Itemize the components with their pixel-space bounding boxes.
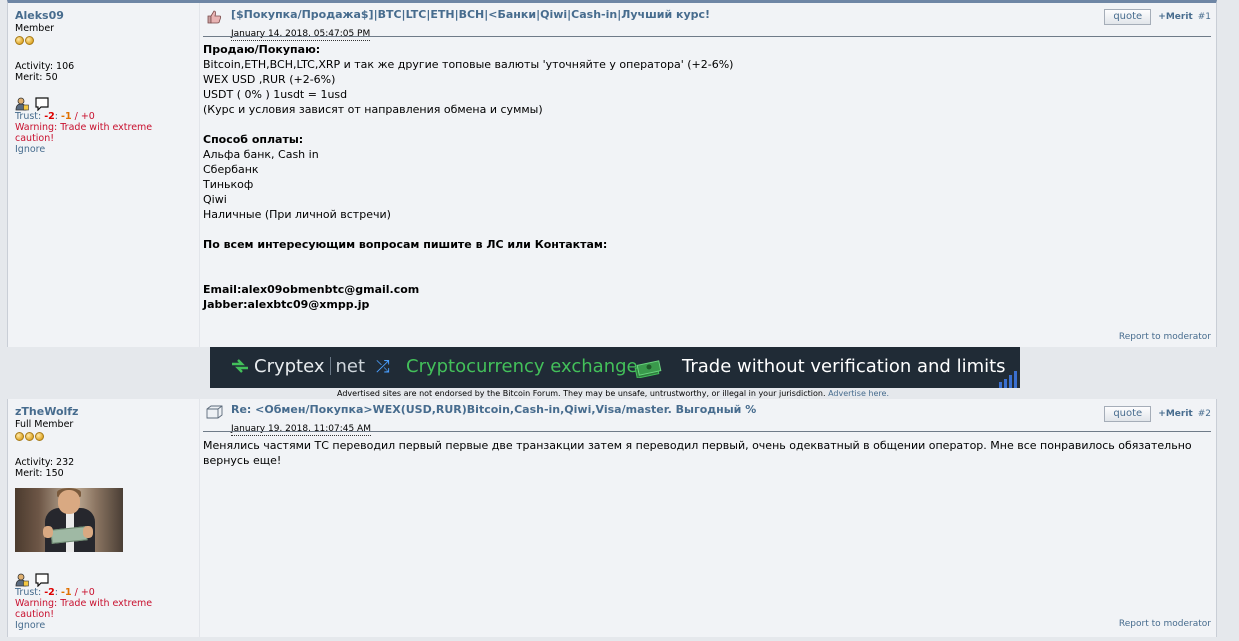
trust-score[interactable]: Trust: -2: -1 / +0 [15,587,190,598]
subject-divider [203,36,1211,37]
poster-info: Aleks09 Member Activity: 106 Merit: 50 T… [15,9,190,155]
poster-info: zTheWolfz Full Member Activity: 232 Meri… [15,405,190,631]
ad-slogan: Trade without verification and limits [682,356,1006,377]
post-2: zTheWolfz Full Member Activity: 232 Meri… [0,399,1239,641]
subject-link[interactable]: Re: <Обмен/Покупка>WEX(USD,RUR)Bitcoin,C… [231,403,756,416]
user-rank: Full Member [15,419,74,430]
post-tools: quote +Merit #1 [1104,9,1211,25]
body-line: Qiwi [203,193,227,206]
thumbs-up-icon [207,10,222,24]
body-line: Наличные (При личной встречи) [203,208,391,221]
subject-divider [203,431,1211,432]
profile-icons [15,573,190,587]
activity-stats: Activity: 232 Merit: 150 [15,457,190,479]
coin-icon [35,432,44,441]
ad-banner[interactable]: Cryptex net ⤮ Cryptocurrency exchange Tra… [210,347,1020,388]
signal-bars-icon [999,371,1017,388]
profile-icons [15,97,190,111]
ad-tagline: Cryptocurrency exchange [406,356,638,377]
right-gutter [1217,0,1239,347]
activity-count: Activity: 232 [15,457,75,468]
profile-icon[interactable] [15,573,29,587]
ignore-link[interactable]: Ignore [15,620,190,631]
coin-icon [25,36,34,45]
report-link[interactable]: Report to moderator [1119,332,1211,342]
message-icon[interactable] [35,573,49,587]
avatar [15,488,123,552]
body-line: Сбербанк [203,163,259,176]
activity-stats: Activity: 106 Merit: 50 [15,61,190,83]
advertise-link[interactable]: Advertise here. [828,389,889,398]
quote-button[interactable]: quote [1104,9,1152,25]
post-date: January 19, 2018, 11:07:45 AM [231,424,371,436]
post-content: [$Покупка/Продажа$]|BTC|LTC|ETH|BCH|<Бан… [203,8,1211,343]
exchange-arrows-icon: ⤮ [376,357,390,377]
body-line: Альфа банк, Cash in [203,148,319,161]
subject-link[interactable]: [$Покупка/Продажа$]|BTC|LTC|ETH|BCH|<Бан… [231,8,710,21]
rank-coins [15,432,190,441]
trust-warning: Warning: Trade with extreme caution! [15,598,153,620]
merit-button[interactable]: +Merit [1158,12,1192,22]
column-divider [199,399,200,637]
ad-logo: Cryptex net [230,356,365,377]
right-gutter [1217,399,1239,641]
body-line [203,267,1211,282]
body-line: Jabber:alexbtc09@xmpp.jp [203,298,370,311]
trust-warning: Warning: Trade with extreme caution! [15,122,153,144]
body-line: Способ оплаты: [203,133,304,146]
post-topic-icon [206,405,223,419]
coin-icon [25,432,34,441]
body-line: USDT ( 0% ) 1usdt = 1usd [203,88,348,101]
body-line: Bitcoin,ETH,BCH,LTC,XRP и так же другие … [203,58,734,71]
body-line: WEX USD ,RUR (+2-6%) [203,73,336,86]
body-line: (Курс и условия зависят от направления о… [203,103,543,116]
activity-count: Activity: 106 [15,61,75,72]
post-number[interactable]: #1 [1198,12,1211,22]
forum-thread: Aleks09 Member Activity: 106 Merit: 50 T… [0,0,1239,641]
post-number[interactable]: #2 [1198,409,1211,419]
profile-icon[interactable] [15,97,29,111]
cash-stack-icon [634,360,662,378]
column-divider [199,3,200,347]
body-line: Email:alex09obmenbtc@gmail.com [203,283,420,296]
merit-button[interactable]: +Merit [1158,409,1192,419]
message-icon[interactable] [35,97,49,111]
body-line: Тинькоф [203,178,254,191]
coin-icon [15,432,24,441]
username-link[interactable]: Aleks09 [15,9,190,22]
post-body: Продаю/Покупаю: Bitcoin,ETH,BCH,LTC,XRP и… [203,42,1211,312]
body-line: Менялись частями ТС переводил первый пер… [203,439,1192,467]
merit-count: Merit: 150 [15,468,64,479]
post-date: January 14, 2018, 05:47:05 PM [231,29,371,41]
coin-icon [15,36,24,45]
quote-button[interactable]: quote [1104,406,1152,422]
cryptex-logo-icon [232,359,248,373]
post-1: Aleks09 Member Activity: 106 Merit: 50 T… [0,0,1239,347]
merit-count: Merit: 50 [15,72,58,83]
ad-disclaimer: Advertised sites are not endorsed by the… [337,389,889,398]
body-line: Продаю/Покупаю: [203,43,321,56]
body-line [203,117,1211,132]
post-tools: quote +Merit #2 [1104,406,1211,422]
ignore-link[interactable]: Ignore [15,144,190,155]
user-rank: Member [15,23,55,34]
body-line: По всем интересующим вопросам пишите в Л… [203,238,608,251]
post-body: Менялись частями ТС переводил первый пер… [203,438,1211,468]
body-line [203,252,1211,267]
username-link[interactable]: zTheWolfz [15,405,190,418]
trust-score[interactable]: Trust: -2: -1 / +0 [15,111,190,122]
post-content: Re: <Обмен/Покупка>WEX(USD,RUR)Bitcoin,C… [203,403,1211,635]
body-line [203,222,1211,237]
rank-coins [15,36,190,45]
report-link[interactable]: Report to moderator [1119,619,1211,629]
